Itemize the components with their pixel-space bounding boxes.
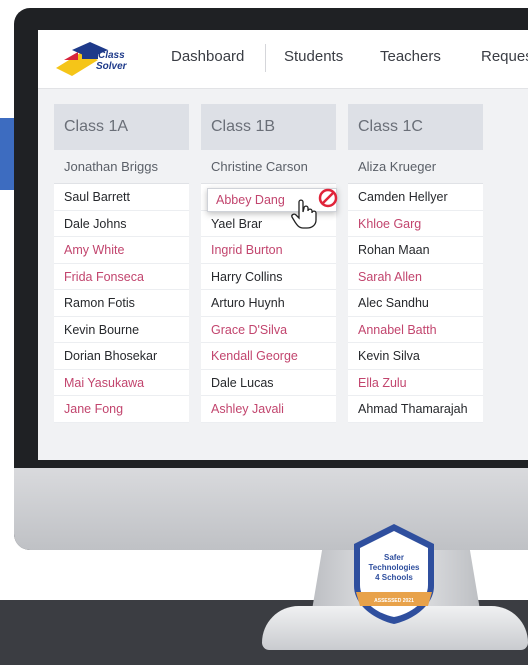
student-row[interactable]: Harry Collins xyxy=(201,264,336,290)
top-navbar: Class Solver Dashboard Students Teachers… xyxy=(38,30,528,89)
student-row[interactable]: Dorian Bhosekar xyxy=(54,343,189,370)
student-row[interactable]: Dale Lucas xyxy=(201,370,336,396)
nav-divider xyxy=(265,44,266,72)
student-row[interactable]: Ashley Javali xyxy=(201,396,336,423)
class-column-1c: Class 1C Aliza Krueger Camden Hellyer Kh… xyxy=(348,104,483,423)
class-column-1a: Class 1A Jonathan Briggs Saul Barrett Da… xyxy=(54,104,189,423)
nav-requests[interactable]: Reques xyxy=(481,48,528,65)
student-row[interactable]: Kevin Bourne xyxy=(54,317,189,343)
student-row[interactable]: Khloe Garg xyxy=(348,211,483,237)
student-row[interactable]: Grace D'Silva xyxy=(201,317,336,343)
logo-cap-band xyxy=(82,52,98,59)
student-row[interactable]: Kendall George xyxy=(201,343,336,370)
class-solver-logo[interactable]: Class Solver xyxy=(56,38,136,78)
student-row[interactable]: Sarah Allen xyxy=(348,264,483,290)
class-header: Class 1C xyxy=(348,104,483,150)
monitor-chin xyxy=(14,468,528,550)
student-row[interactable]: Camden Hellyer xyxy=(348,184,483,211)
nav-teachers[interactable]: Teachers xyxy=(380,48,441,65)
safer-technologies-badge: Safer Technologies 4 Schools ASSESSED 20… xyxy=(354,524,434,624)
logo-text-line2: Solver xyxy=(96,61,128,72)
student-row[interactable]: Ramon Fotis xyxy=(54,290,189,317)
class-column-1b: Class 1B Christine Carson Yael Brar Ingr… xyxy=(201,104,336,423)
student-row[interactable]: Mai Yasukawa xyxy=(54,370,189,396)
badge-line3: 4 Schools xyxy=(375,573,413,582)
class-teacher: Aliza Krueger xyxy=(348,150,483,184)
student-row[interactable]: Amy White xyxy=(54,237,189,264)
logo-red-flag xyxy=(64,52,78,60)
student-row[interactable]: Saul Barrett xyxy=(54,184,189,211)
badge-ribbon-text: ASSESSED 2021 xyxy=(374,598,414,604)
nav-students[interactable]: Students xyxy=(284,48,343,65)
student-row[interactable]: Rohan Maan xyxy=(348,237,483,264)
nav-dashboard[interactable]: Dashboard xyxy=(171,48,244,65)
class-header: Class 1B xyxy=(201,104,336,150)
class-teacher: Christine Carson xyxy=(201,150,336,184)
badge-line1: Safer xyxy=(384,553,404,562)
badge-line2: Technologies xyxy=(369,563,421,572)
no-entry-icon xyxy=(318,188,338,208)
student-row[interactable]: Annabel Batth xyxy=(348,317,483,343)
student-row[interactable]: Jane Fong xyxy=(54,396,189,423)
class-header: Class 1A xyxy=(54,104,189,150)
hand-cursor-icon xyxy=(291,199,317,229)
student-row[interactable]: Kevin Silva xyxy=(348,343,483,370)
student-row[interactable]: Ingrid Burton xyxy=(201,237,336,264)
student-row[interactable]: Dale Johns xyxy=(54,211,189,237)
app-screen: Class Solver Dashboard Students Teachers… xyxy=(38,30,528,460)
student-row[interactable]: Ahmad Thamarajah xyxy=(348,396,483,423)
student-row[interactable]: Arturo Huynh xyxy=(201,290,336,317)
logo-text-line1: Class xyxy=(98,50,125,61)
student-row[interactable]: Frida Fonseca xyxy=(54,264,189,290)
student-row[interactable]: Ella Zulu xyxy=(348,370,483,396)
student-row[interactable]: Alec Sandhu xyxy=(348,290,483,317)
class-teacher: Jonathan Briggs xyxy=(54,150,189,184)
